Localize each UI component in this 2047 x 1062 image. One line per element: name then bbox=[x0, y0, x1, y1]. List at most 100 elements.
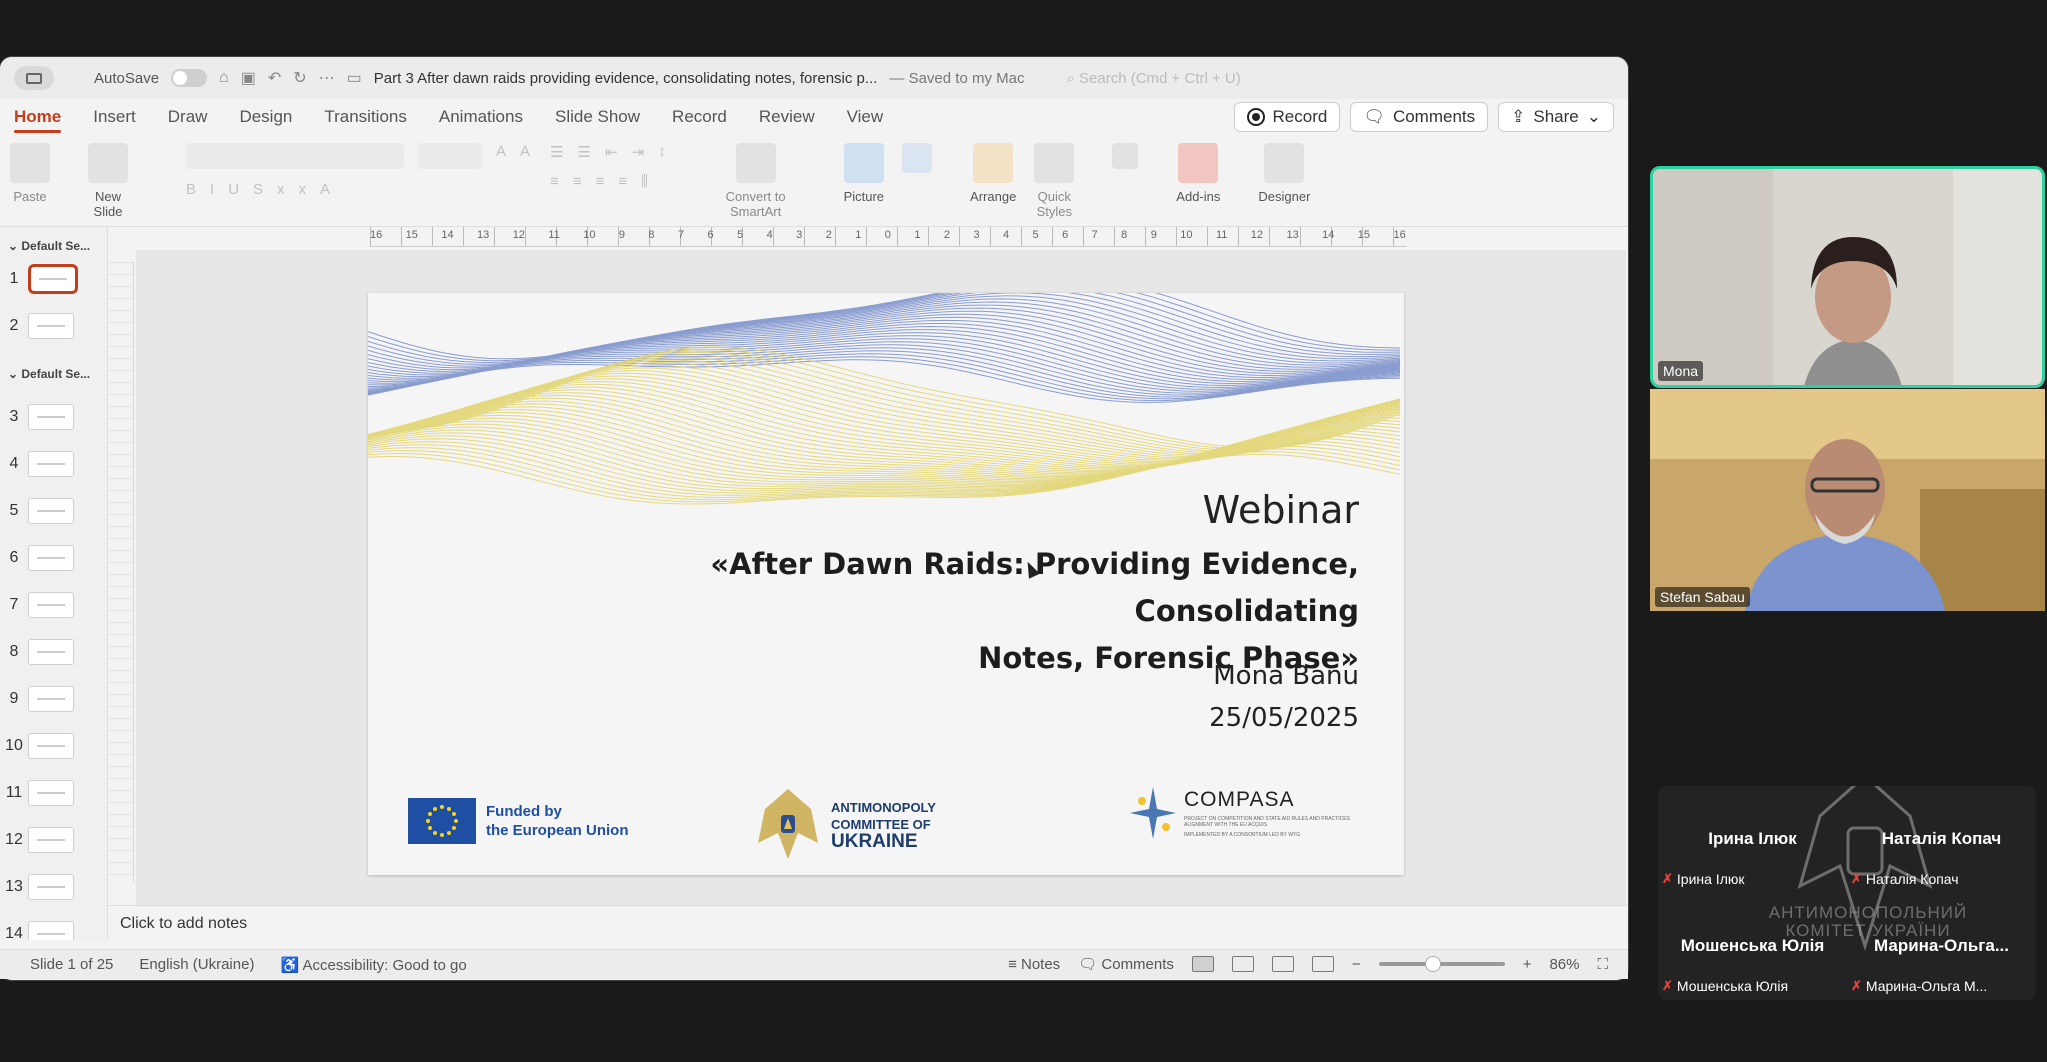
tab-draw[interactable]: Draw bbox=[168, 101, 208, 133]
quick-styles-button[interactable]: Quick Styles bbox=[1034, 143, 1075, 219]
bold-icon[interactable]: B bbox=[186, 181, 196, 198]
ruler-tick-label: 6 bbox=[1062, 229, 1069, 241]
vertical-ruler bbox=[108, 262, 134, 882]
underline-icon[interactable]: U bbox=[228, 181, 239, 198]
video-tile-stefan[interactable]: Stefan Sabau bbox=[1650, 389, 2045, 611]
shapes-button[interactable] bbox=[902, 143, 933, 179]
addins-button[interactable]: Add-ins bbox=[1176, 143, 1220, 204]
tab-record[interactable]: Record bbox=[672, 101, 727, 133]
record-button[interactable]: Record bbox=[1233, 102, 1341, 132]
superscript-icon[interactable]: x bbox=[299, 181, 307, 198]
redo-icon[interactable]: ↻ bbox=[293, 68, 306, 88]
participant-tile[interactable]: Мошенська Юлія ✗ Мошенська Юлія bbox=[1658, 893, 1847, 1000]
line-spacing-icon[interactable]: ↕ bbox=[658, 143, 666, 161]
accessibility-status[interactable]: ♿ Accessibility: Good to go bbox=[280, 956, 466, 974]
slide-thumbnail[interactable]: 14 bbox=[0, 910, 107, 940]
font-shrink-icon[interactable]: A bbox=[520, 143, 530, 169]
share-button[interactable]: ⇪ Share ⌄ bbox=[1498, 102, 1614, 132]
slide-thumbnail[interactable]: 8 bbox=[0, 628, 107, 675]
tab-transitions[interactable]: Transitions bbox=[324, 101, 407, 133]
home-icon[interactable]: ⌂ bbox=[219, 69, 229, 87]
slideshow-view-icon[interactable] bbox=[1311, 956, 1334, 972]
section-header[interactable]: ⌄ Default Se... bbox=[0, 227, 107, 255]
sidebar-toggle-button[interactable] bbox=[14, 66, 54, 90]
slide-thumbnail[interactable]: 11 bbox=[0, 769, 107, 816]
new-slide-button[interactable]: New Slide bbox=[88, 143, 128, 219]
slide-thumbnail[interactable]: 1 bbox=[0, 255, 107, 302]
shape-fill-button[interactable] bbox=[1112, 143, 1139, 175]
tab-review[interactable]: Review bbox=[759, 101, 815, 133]
ruler-tick-label: 14 bbox=[1322, 229, 1335, 241]
participant-tile[interactable]: Наталія Копач ✗ Наталія Копач bbox=[1847, 786, 2036, 893]
subscript-icon[interactable]: x bbox=[277, 181, 285, 198]
italic-icon[interactable]: I bbox=[210, 181, 214, 198]
reading-view-icon[interactable] bbox=[1271, 956, 1294, 972]
align-left-icon[interactable]: ≡ bbox=[550, 173, 559, 190]
video-tile-mona[interactable]: Mona bbox=[1650, 166, 2045, 388]
paste-button[interactable]: Paste bbox=[10, 143, 50, 204]
participant-name: Mona bbox=[1658, 361, 1704, 381]
participant-tile[interactable]: Марина-Ольга... ✗ Марина-Ольга М... bbox=[1847, 893, 2036, 1000]
slide-thumbnail[interactable]: 9 bbox=[0, 675, 107, 722]
undo-icon[interactable]: ↶ bbox=[268, 68, 281, 88]
slide-thumbnail[interactable]: 13 bbox=[0, 863, 107, 910]
indent-icon[interactable]: ⇤ bbox=[605, 143, 618, 161]
tab-animations[interactable]: Animations bbox=[439, 101, 523, 133]
save-icon[interactable]: ▣ bbox=[241, 68, 256, 88]
zoom-slider[interactable] bbox=[1378, 956, 1505, 972]
slide-sorter-icon[interactable] bbox=[1231, 956, 1254, 972]
columns-icon[interactable]: ⫼ bbox=[641, 173, 648, 190]
zoom-level[interactable]: 86% bbox=[1549, 956, 1579, 973]
numbering-icon[interactable]: ☰ bbox=[577, 143, 590, 161]
justify-icon[interactable]: ≡ bbox=[618, 173, 627, 190]
eu-star bbox=[452, 812, 457, 816]
convert-smartart-button[interactable]: Convert to SmartArt bbox=[726, 143, 786, 219]
font-color-icon[interactable]: A bbox=[320, 181, 330, 198]
zoom-out-icon[interactable]: − bbox=[1352, 956, 1361, 973]
normal-view-icon[interactable] bbox=[1191, 956, 1214, 972]
picture-button[interactable]: Picture bbox=[844, 143, 884, 204]
slide-thumbnails-panel[interactable]: ⌄ Default Se... 1 2 ⌄ Default Se... 3 4 … bbox=[0, 227, 108, 940]
strikethrough-icon[interactable]: S bbox=[253, 181, 263, 198]
more-icon[interactable]: ⋯ bbox=[319, 68, 335, 88]
search-input[interactable]: ⌕ Search (Cmd + Ctrl + U) bbox=[1066, 70, 1614, 87]
designer-button[interactable]: Designer bbox=[1258, 143, 1310, 204]
outdent-icon[interactable]: ⇥ bbox=[632, 143, 645, 161]
slide-thumbnail[interactable]: 6 bbox=[0, 534, 107, 581]
tab-slide-show[interactable]: Slide Show bbox=[555, 101, 640, 133]
align-center-icon[interactable]: ≡ bbox=[573, 173, 582, 190]
ruler-tick-label: 16 bbox=[1393, 229, 1406, 241]
notes-toggle-button[interactable]: ≡ Notes bbox=[1008, 956, 1060, 973]
participant-tag: ✗ Ірина Ілюк bbox=[1662, 871, 1745, 887]
tab-view[interactable]: View bbox=[847, 101, 884, 133]
slide[interactable]: Webinar «After Dawn Raids: Providing Evi… bbox=[368, 293, 1404, 875]
tab-home[interactable]: Home bbox=[14, 101, 62, 133]
slide-thumbnail[interactable]: 7 bbox=[0, 581, 107, 628]
participant-tile[interactable]: Ірина Ілюк ✗ Ірина Ілюк bbox=[1658, 786, 1847, 893]
bullets-icon[interactable]: ☰ bbox=[550, 143, 563, 161]
language-indicator[interactable]: English (Ukraine) bbox=[139, 956, 254, 973]
fit-slide-icon[interactable]: ⛶ bbox=[1597, 956, 1608, 973]
font-grow-icon[interactable]: A bbox=[496, 143, 506, 169]
slide-thumbnail[interactable]: 4 bbox=[0, 440, 107, 487]
save-status[interactable]: — Saved to my Mac bbox=[889, 70, 1024, 87]
align-right-icon[interactable]: ≡ bbox=[596, 173, 605, 190]
font-size-select[interactable] bbox=[418, 143, 482, 169]
tab-insert[interactable]: Insert bbox=[93, 101, 136, 133]
slide-thumbnail[interactable]: 5 bbox=[0, 487, 107, 534]
slide-thumbnail[interactable]: 3 bbox=[0, 393, 107, 440]
autosave-toggle[interactable] bbox=[171, 69, 208, 87]
comments-toggle-button[interactable]: 🗨 Comments bbox=[1078, 955, 1174, 973]
eu-funding-text: Funded by the European Union bbox=[486, 803, 629, 839]
slide-thumbnail[interactable]: 12 bbox=[0, 816, 107, 863]
section-header[interactable]: ⌄ Default Se... bbox=[0, 349, 107, 393]
arrange-button[interactable]: Arrange bbox=[970, 143, 1016, 204]
tab-design[interactable]: Design bbox=[239, 101, 292, 133]
zoom-slider-knob[interactable] bbox=[1424, 956, 1441, 972]
notes-pane[interactable]: Click to add notes bbox=[108, 905, 1628, 941]
slide-thumbnail[interactable]: 10 bbox=[0, 722, 107, 769]
comments-button[interactable]: 🗨 Comments bbox=[1350, 102, 1489, 132]
slide-thumbnail[interactable]: 2 bbox=[0, 302, 107, 349]
font-family-select[interactable] bbox=[186, 143, 404, 169]
zoom-in-icon[interactable]: + bbox=[1523, 956, 1532, 973]
